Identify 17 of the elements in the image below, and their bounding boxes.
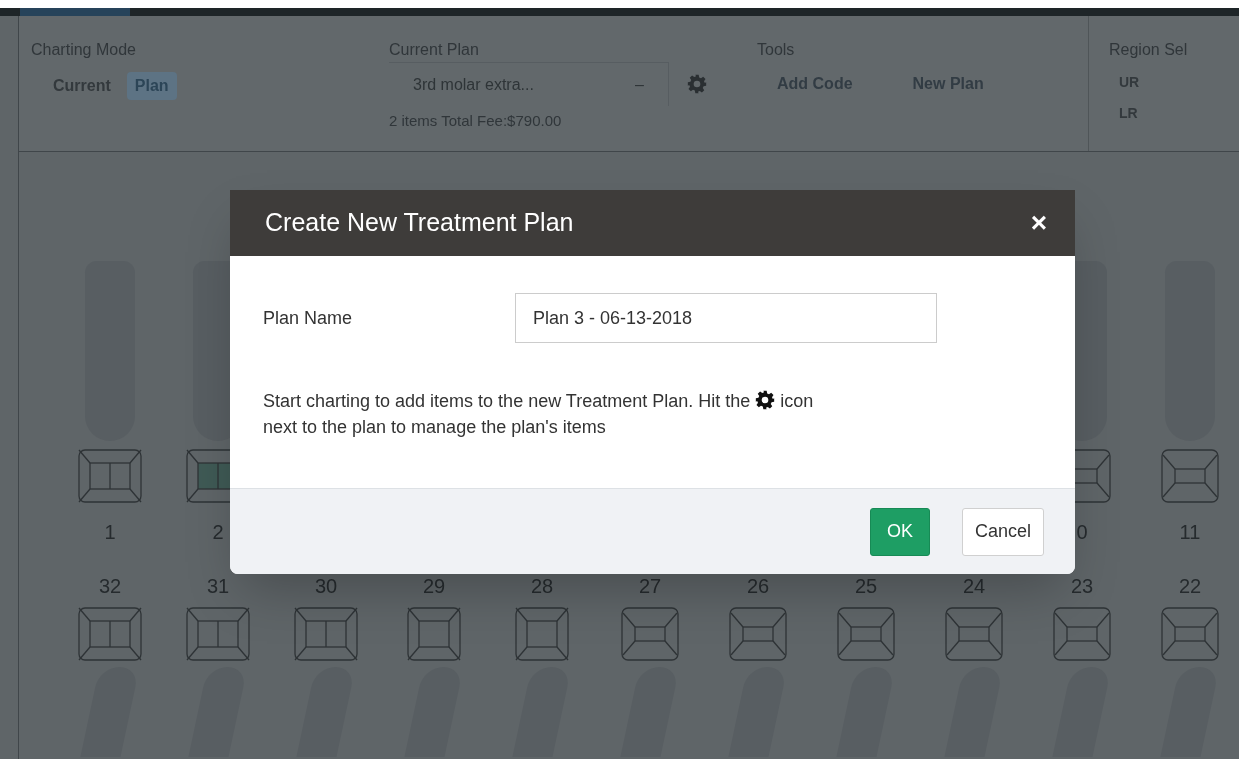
tooth-number: 2: [212, 520, 224, 543]
instruction-text: Start charting to add items to the new Treatment Plan. Hit the icon next to the plan to manage the plan's items: [263, 389, 815, 439]
tooth-number: 1: [104, 520, 116, 543]
tooth-number: 0: [1076, 520, 1088, 543]
ok-button[interactable]: OK: [869, 507, 930, 556]
tooth-number: 11: [1179, 520, 1201, 543]
tooth-number: 23: [1070, 574, 1094, 599]
settings-icon: [687, 74, 707, 94]
plan-name-field[interactable]: Plan 3 - 06-13-2018: [515, 293, 937, 343]
settings-icon: [755, 390, 776, 410]
tooth-number: 31: [206, 574, 230, 599]
cancel-button[interactable]: Cancel: [961, 507, 1044, 556]
field-label: Plan Name: [263, 306, 354, 330]
close-button[interactable]: ×: [1030, 209, 1047, 237]
tooth-number: 32: [98, 574, 122, 599]
tooth-number: 22: [1178, 574, 1202, 599]
dialog-title: Create New Treatment Plan: [265, 207, 574, 239]
